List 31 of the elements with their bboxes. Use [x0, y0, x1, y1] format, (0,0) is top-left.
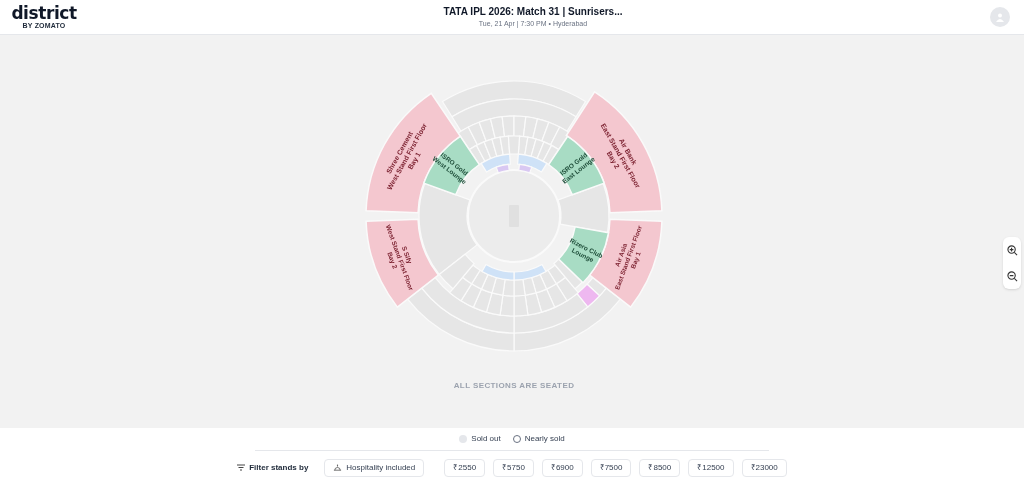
seating-block[interactable] [495, 163, 510, 174]
seating-block[interactable] [480, 153, 511, 173]
sold-out-swatch [459, 435, 468, 443]
filter-label: Filter stands by [249, 461, 309, 474]
filter-chip[interactable]: ₹23000 [741, 458, 787, 477]
filter-chip[interactable]: ₹6900 [541, 458, 583, 477]
filter-icon [237, 464, 246, 471]
logo[interactable]: district [11, 5, 77, 22]
filter-chip[interactable]: ₹7500 [590, 458, 632, 477]
stand-section[interactable] [557, 226, 610, 284]
stand-section[interactable] [365, 218, 440, 308]
filter-chip[interactable]: Hospitality included [324, 458, 425, 477]
seating-block[interactable] [518, 163, 533, 174]
nearly-sold-swatch [512, 435, 521, 443]
event-title: TATA IPL 2026: Match 31 | Sunrisers... [443, 5, 623, 20]
seating-block[interactable] [481, 263, 515, 281]
legend-label: Nearly sold [524, 433, 565, 445]
zoom-in-icon [1006, 244, 1018, 256]
seating-block[interactable] [576, 283, 601, 308]
avatar-icon[interactable] [990, 7, 1010, 27]
seating-block[interactable] [507, 135, 521, 155]
cloche-icon [333, 463, 343, 472]
filter-chip[interactable]: ₹8500 [639, 458, 681, 477]
filter-chip[interactable]: ₹2550 [444, 458, 486, 477]
filter-chip[interactable]: ₹5750 [493, 458, 534, 477]
legend-label: Sold out [471, 433, 501, 445]
seating-block[interactable] [517, 153, 548, 173]
filter-chip[interactable]: ₹12500 [688, 458, 734, 477]
seating-note: ALL SECTIONS ARE SEATED [453, 381, 575, 390]
seating-block[interactable] [513, 263, 547, 281]
zoom-out-icon [1006, 270, 1018, 282]
